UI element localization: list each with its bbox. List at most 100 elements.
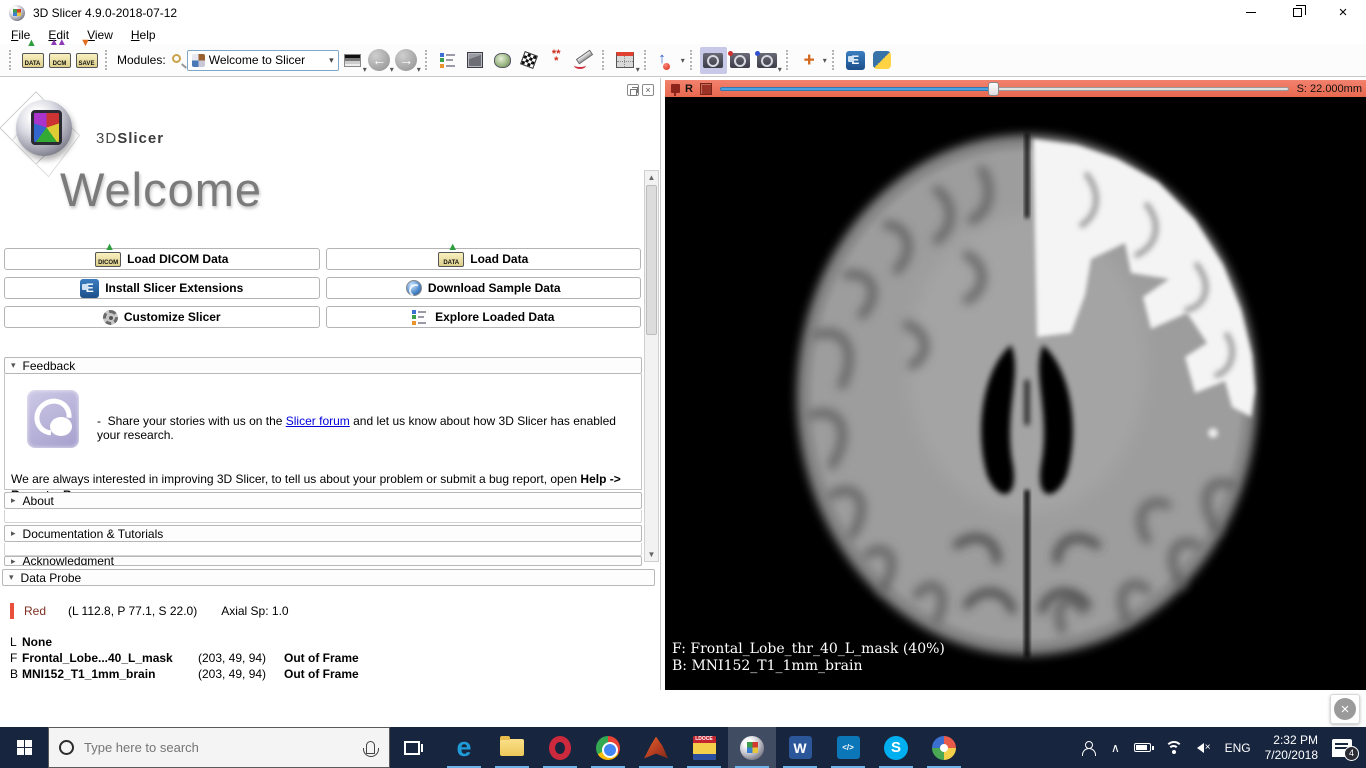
- transforms-button[interactable]: [516, 47, 543, 74]
- mouse-mode-button[interactable]: ↑: [654, 47, 681, 74]
- python-console-button[interactable]: [869, 47, 896, 74]
- models-button[interactable]: [489, 47, 516, 74]
- toolbar-grip[interactable]: [690, 50, 695, 70]
- markups-button[interactable]: ***: [543, 47, 570, 74]
- load-data-button[interactable]: DATA▲: [19, 47, 46, 74]
- screenshot-button[interactable]: [700, 47, 727, 74]
- load-data-button-panel[interactable]: DATA▲ Load Data: [326, 248, 642, 270]
- tray-date: 7/20/2018: [1265, 748, 1318, 763]
- start-button[interactable]: [0, 727, 48, 768]
- chevron-down-icon[interactable]: ▾: [681, 56, 685, 65]
- volume-rendering-button[interactable]: [462, 47, 489, 74]
- battery-indicator[interactable]: [1127, 727, 1158, 768]
- taskbar-app-3d-slicer[interactable]: [728, 727, 776, 768]
- back-arrow-icon: ←: [368, 49, 390, 71]
- download-sample-data-button[interactable]: Download Sample Data: [326, 277, 642, 299]
- toolbar-grip[interactable]: [602, 50, 607, 70]
- layout-selector-button[interactable]: ▾: [612, 47, 639, 74]
- taskbar-app-chrome[interactable]: [584, 727, 632, 768]
- subject-hierarchy-button[interactable]: [435, 47, 462, 74]
- main-toolbar: DATA▲ DCM▲▲ SAVE▼ Modules: Welcome to Sl…: [0, 44, 1366, 77]
- slice-offset-slider[interactable]: [720, 82, 1289, 95]
- save-button-toolbar[interactable]: SAVE▼: [73, 47, 100, 74]
- module-selector[interactable]: Welcome to Slicer ▾: [187, 50, 339, 71]
- tray-time: 2:32 PM: [1273, 733, 1318, 748]
- status-strip: ×: [0, 690, 1366, 727]
- volume-muted-indicator[interactable]: ×: [1190, 727, 1218, 768]
- module-back-button[interactable]: ←▾: [366, 47, 393, 74]
- red-slice-controller-bar: R S: 22.000mm: [665, 80, 1366, 97]
- toolbar-grip[interactable]: [425, 50, 430, 70]
- taskbar-app-skype[interactable]: S: [872, 727, 920, 768]
- people-button[interactable]: [1074, 727, 1104, 768]
- toolbar-grip[interactable]: [9, 50, 14, 70]
- annotation-pen-icon: [573, 51, 593, 69]
- load-dicom-button[interactable]: DCM▲▲: [46, 47, 73, 74]
- taskbar-app-opera[interactable]: [536, 727, 584, 768]
- restore-button[interactable]: [1274, 0, 1320, 25]
- action-center-button[interactable]: 4: [1325, 727, 1366, 768]
- desktop: 3D Slicer 4.9.0-2018-07-12 × File Edit V…: [0, 0, 1366, 768]
- close-button[interactable]: ×: [1320, 0, 1366, 25]
- taskbar-app-matlab[interactable]: [632, 727, 680, 768]
- install-extensions-button[interactable]: E Install Slicer Extensions: [4, 277, 320, 299]
- taskbar-app-word[interactable]: W: [776, 727, 824, 768]
- toolbar-grip[interactable]: [832, 50, 837, 70]
- scroll-up-icon[interactable]: ▲: [645, 171, 658, 184]
- explore-loaded-data-button[interactable]: Explore Loaded Data: [326, 306, 642, 328]
- toolbar-grip[interactable]: [644, 50, 649, 70]
- module-forward-button[interactable]: →▾: [393, 47, 420, 74]
- search-input[interactable]: [84, 740, 356, 755]
- documentation-section-header[interactable]: ▸ Documentation & Tutorials: [4, 525, 642, 542]
- triangle-collapsed-icon: ▸: [11, 495, 16, 506]
- clock[interactable]: 2:32 PM 7/20/2018: [1258, 727, 1325, 768]
- load-dicom-data-button[interactable]: DICOM▲ Load DICOM Data: [4, 248, 320, 270]
- menu-help[interactable]: Help: [122, 26, 165, 44]
- module-search-icon[interactable]: [172, 54, 181, 63]
- taskbar-app-ldoce[interactable]: LDOCE: [680, 727, 728, 768]
- data-probe-section-header[interactable]: ▾ Data Probe: [2, 569, 655, 586]
- taskbar-app-vscode[interactable]: </>: [824, 727, 872, 768]
- extensions-icon: E: [846, 51, 865, 70]
- panel-scrollbar[interactable]: ▲ ▼: [644, 170, 659, 562]
- module-history-button[interactable]: ▾: [339, 47, 366, 74]
- scene-view-capture-button[interactable]: [727, 47, 754, 74]
- section-spacer: [4, 543, 642, 556]
- toolbar-grip[interactable]: [786, 50, 791, 70]
- scrollbar-thumb[interactable]: [646, 185, 657, 335]
- slice-view-menu-icon[interactable]: [700, 83, 712, 95]
- chevron-down-icon[interactable]: ▾: [823, 56, 827, 65]
- slider-handle[interactable]: [988, 82, 999, 96]
- toolbar-grip[interactable]: [105, 50, 110, 70]
- opera-icon: [549, 736, 571, 760]
- crosshair-button[interactable]: +: [796, 47, 823, 74]
- extensions-manager-button[interactable]: E: [842, 47, 869, 74]
- taskbar-search[interactable]: [48, 727, 390, 768]
- minimize-button[interactable]: [1228, 0, 1274, 25]
- task-view-button[interactable]: [390, 727, 434, 768]
- panel-float-button[interactable]: [627, 84, 639, 96]
- slicer-forum-link[interactable]: Slicer forum: [286, 414, 350, 428]
- annotations-button[interactable]: [570, 47, 597, 74]
- minimize-icon: [1246, 12, 1256, 13]
- red-slice-viewport[interactable]: F: Frontal_Lobe_thr_40_L_mask (40%) B: M…: [665, 97, 1366, 690]
- acknowledgment-section-header[interactable]: ▸ Acknowledgment: [4, 556, 642, 566]
- tray-overflow-button[interactable]: ∧: [1104, 727, 1127, 768]
- scroll-down-icon[interactable]: ▼: [645, 548, 658, 561]
- taskbar-app-palette[interactable]: [920, 727, 968, 768]
- floating-close-button[interactable]: ×: [1330, 694, 1360, 724]
- language-indicator[interactable]: ENG: [1218, 727, 1258, 768]
- pin-icon[interactable]: [671, 84, 680, 93]
- panel-close-button[interactable]: ×: [642, 84, 654, 96]
- taskbar-app-edge[interactable]: e: [440, 727, 488, 768]
- customize-slicer-button[interactable]: Customize Slicer: [4, 306, 320, 328]
- wifi-indicator[interactable]: [1158, 727, 1190, 768]
- volume-cube-icon: [467, 52, 483, 68]
- scene-view-restore-button[interactable]: ▾: [754, 47, 781, 74]
- taskbar-app-file-explorer[interactable]: [488, 727, 536, 768]
- microphone-icon[interactable]: [366, 741, 375, 754]
- module-selector-value: Welcome to Slicer: [209, 53, 325, 67]
- layout-icon: [616, 52, 634, 68]
- about-section-header[interactable]: ▸ About: [4, 492, 642, 509]
- feedback-section-header[interactable]: ▾ Feedback: [4, 357, 642, 374]
